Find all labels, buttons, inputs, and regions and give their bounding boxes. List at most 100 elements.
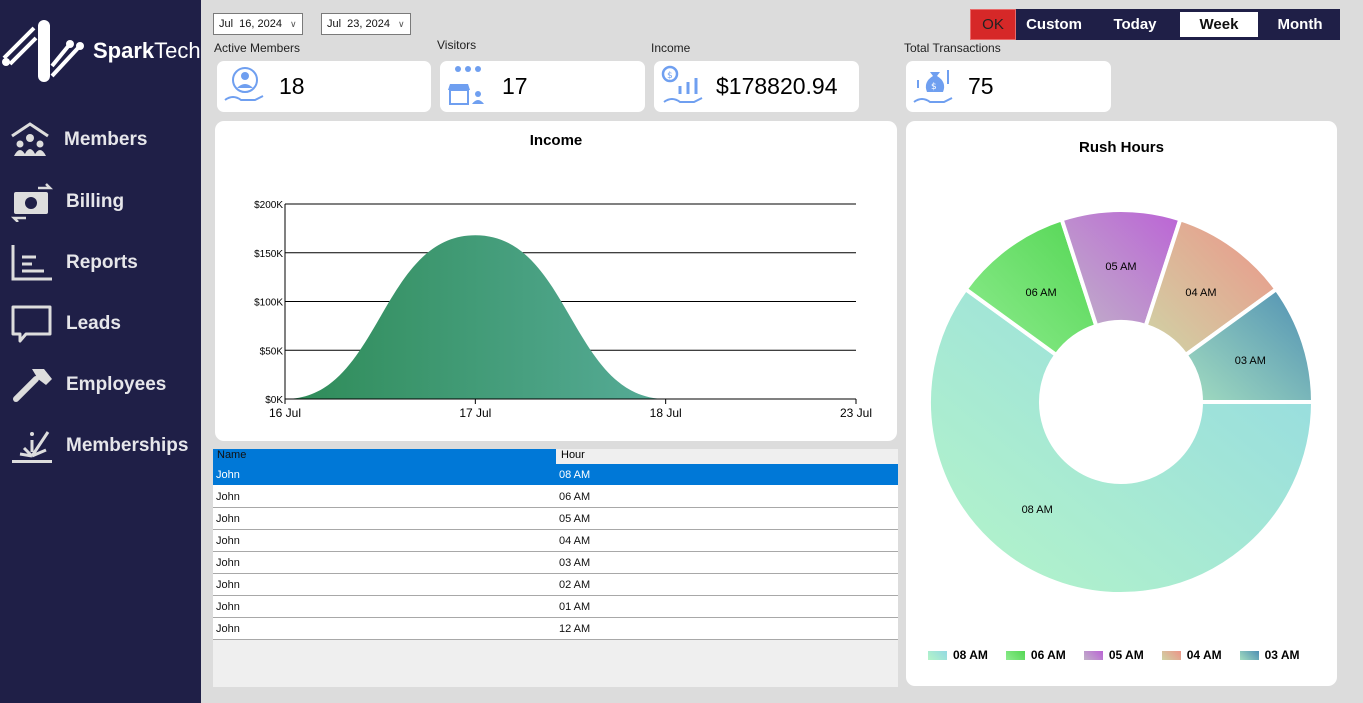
visitors-value: 17 — [502, 73, 528, 99]
chevron-down-icon: ∨ — [290, 18, 297, 29]
slice-label: 06 AM — [1025, 287, 1056, 299]
svg-text:$: $ — [931, 82, 937, 92]
table-header: Name Hour — [213, 449, 898, 464]
y-tick-label: $200K — [254, 200, 283, 211]
cell-hour: 12 AM — [559, 622, 591, 635]
range-today-button[interactable]: Today — [1092, 9, 1178, 40]
slice-label: 05 AM — [1105, 261, 1136, 273]
range-month-button[interactable]: Month — [1260, 9, 1340, 40]
legend-swatch — [1005, 650, 1025, 660]
sidebar-item-reports[interactable]: Reports — [10, 241, 200, 285]
legend-item[interactable]: 04 AM — [1161, 648, 1222, 662]
visitors-label: Visitors — [437, 38, 477, 52]
active-members-card: 18 — [217, 61, 431, 112]
y-tick-label: $0K — [265, 395, 283, 406]
ok-button[interactable]: OK — [970, 9, 1016, 40]
cell-name: John — [216, 512, 240, 525]
income-label: Income — [651, 41, 691, 55]
money-bag-hand-icon: $ — [913, 69, 953, 103]
sidebar-item-leads[interactable]: Leads — [10, 302, 200, 346]
x-tick-label: 23 Jul — [840, 406, 872, 420]
income-chart-panel: Income $0K $50K $100K $150K $200K 16 Jul 17 Ju… — [215, 121, 897, 441]
table-row[interactable]: John 02 AM — [213, 574, 898, 596]
start-date-picker[interactable]: Jul 16, 2024 ∨ — [213, 13, 303, 35]
sidebar-item-label: Reports — [66, 252, 138, 273]
sidebar: SparkTech Members Billing Reports Leads … — [0, 0, 201, 703]
range-selector: OK Custom Today Week Month — [970, 9, 1340, 40]
y-tick-label: $100K — [254, 298, 283, 309]
legend-label: 03 AM — [1264, 648, 1300, 662]
legend-label: 06 AM — [1030, 648, 1066, 662]
x-tick-label: 16 Jul — [269, 406, 301, 420]
rush-hour-table: Name Hour John 08 AM John 06 AM John 05 AM Joh… — [213, 449, 898, 687]
cell-hour: 04 AM — [559, 534, 591, 547]
legend-item[interactable]: 06 AM — [1005, 648, 1066, 662]
sidebar-item-billing[interactable]: Billing — [10, 180, 200, 224]
cell-hour: 02 AM — [559, 578, 591, 591]
billing-money-icon — [10, 183, 54, 222]
table-row[interactable]: John 01 AM — [213, 596, 898, 618]
legend-item[interactable]: 08 AM — [928, 648, 988, 662]
start-date-value: Jul 16, 2024 — [219, 18, 282, 30]
sparktech-logo-icon — [2, 20, 84, 82]
transactions-label: Total Transactions — [904, 41, 1001, 55]
x-tick-label: 17 Jul — [459, 406, 491, 420]
slice-label: 08 AM — [1022, 504, 1053, 516]
cell-hour: 06 AM — [559, 490, 591, 503]
sidebar-item-label: Members — [64, 129, 148, 150]
employees-hammer-icon — [13, 369, 52, 402]
visitors-store-icon — [448, 65, 484, 105]
visitors-card: 17 — [440, 61, 645, 112]
legend-swatch — [1239, 650, 1259, 660]
sidebar-item-memberships[interactable]: Memberships — [10, 424, 200, 468]
legend-label: 08 AM — [953, 648, 988, 662]
sidebar-item-employees[interactable]: Employees — [10, 363, 200, 407]
range-week-button[interactable]: Week — [1180, 12, 1258, 37]
cell-name: John — [216, 556, 240, 569]
cell-hour: 01 AM — [559, 600, 591, 613]
reports-chart-icon — [11, 245, 52, 281]
sidebar-item-members[interactable]: Members — [8, 118, 198, 162]
table-row[interactable]: John 06 AM — [213, 486, 898, 508]
table-row[interactable]: John 05 AM — [213, 508, 898, 530]
table-row[interactable]: John 04 AM — [213, 530, 898, 552]
table-row[interactable]: John 12 AM — [213, 618, 898, 640]
leads-chat-icon — [11, 305, 52, 343]
active-members-value: 18 — [279, 73, 305, 99]
legend-item[interactable]: 05 AM — [1083, 648, 1144, 662]
y-tick-label: $50K — [260, 346, 284, 357]
income-area — [285, 235, 856, 399]
income-growth-icon: $ — [661, 65, 703, 103]
rush-hours-legend: 08 AM 06 AM 05 AM 04 AM 03 AM — [928, 648, 1318, 662]
range-custom-button[interactable]: Custom — [1016, 9, 1092, 40]
income-chart: $0K $50K $100K $150K $200K 16 Jul 17 Jul 18 Jul… — [254, 200, 872, 420]
brand-name: SparkTech — [93, 38, 201, 63]
legend-label: 04 AM — [1186, 648, 1222, 662]
rush-hours-panel: Rush Hours 08 AM 06 AM 05 AM 04 AM 03 AM — [906, 121, 1337, 686]
svg-text:$: $ — [667, 71, 673, 81]
end-date-value: Jul 23, 2024 — [327, 18, 390, 30]
slice-label: 03 AM — [1235, 355, 1266, 367]
x-tick-label: 18 Jul — [650, 406, 682, 420]
legend-item[interactable]: 03 AM — [1239, 648, 1300, 662]
cell-name: John — [216, 468, 240, 481]
transactions-value: 75 — [968, 73, 994, 99]
cell-hour: 05 AM — [559, 512, 591, 525]
sidebar-item-label: Billing — [66, 191, 125, 212]
legend-swatch — [1083, 650, 1103, 660]
header-name[interactable]: Name — [213, 449, 556, 464]
legend-swatch — [1161, 650, 1181, 660]
table-row[interactable]: John 03 AM — [213, 552, 898, 574]
cell-name: John — [216, 622, 240, 635]
sidebar-item-label: Memberships — [66, 435, 189, 456]
table-row[interactable]: John 08 AM — [213, 464, 898, 486]
cell-name: John — [216, 534, 240, 547]
header-hour[interactable]: Hour — [556, 449, 898, 464]
chevron-down-icon: ∨ — [398, 18, 405, 29]
cell-hour: 03 AM — [559, 556, 591, 569]
y-tick-label: $150K — [254, 249, 283, 260]
members-house-icon — [11, 122, 49, 156]
income-card: $ $178820.94 — [654, 61, 859, 112]
end-date-picker[interactable]: Jul 23, 2024 ∨ — [321, 13, 411, 35]
sidebar-item-label: Employees — [66, 374, 167, 395]
